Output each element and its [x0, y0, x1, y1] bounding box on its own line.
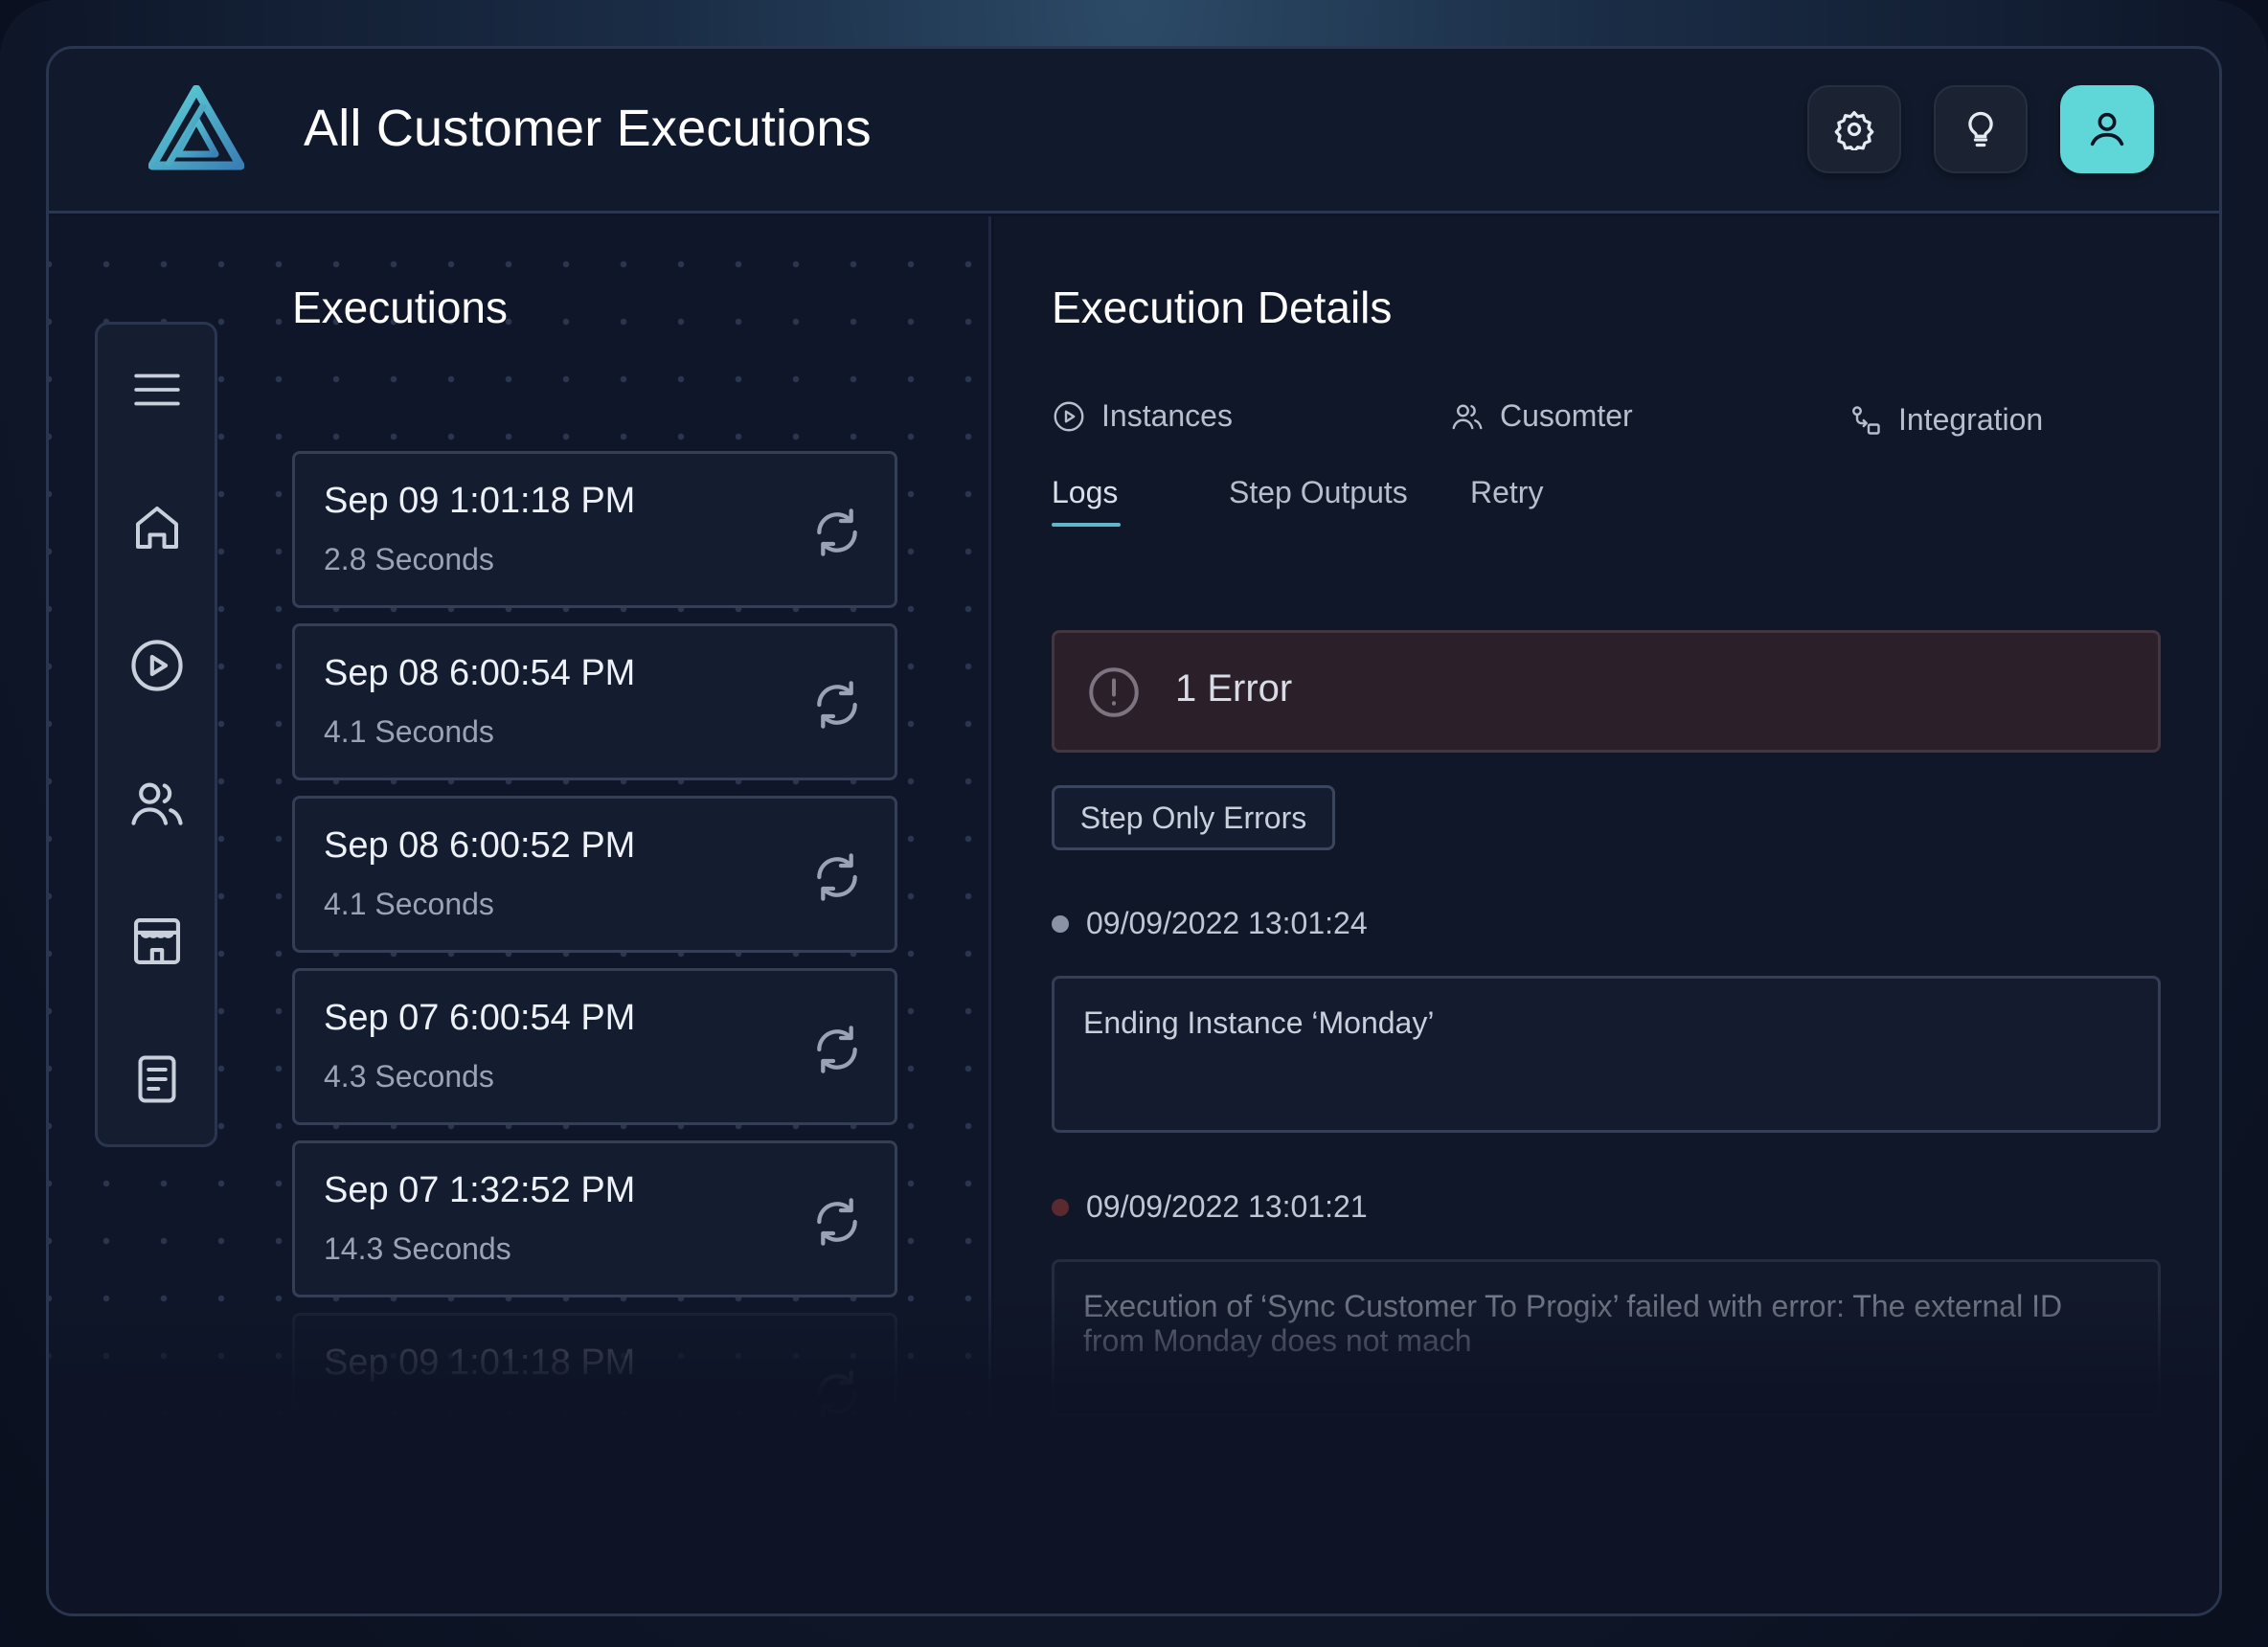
sidebar-item-store[interactable]: [126, 911, 188, 972]
refresh-icon[interactable]: [806, 1019, 868, 1080]
refresh-icon[interactable]: [806, 1364, 868, 1425]
execution-card[interactable]: Sep 09 1:01:18 PM 2.8 Seconds: [292, 451, 897, 608]
execution-duration: 2.8 Seconds: [324, 542, 494, 576]
sidebar-item-home[interactable]: [126, 497, 188, 558]
execution-card[interactable]: Sep 07 6:00:54 PM 4.3 Seconds: [292, 968, 897, 1125]
tips-button[interactable]: [1934, 85, 2028, 173]
alert-icon: [1089, 667, 1139, 717]
step-only-errors-button[interactable]: Step Only Errors: [1052, 785, 1335, 850]
menu-icon: [134, 373, 180, 406]
play-icon: [131, 640, 183, 691]
users-icon: [1452, 404, 1483, 429]
integration-icon: [1852, 405, 1880, 435]
log-timestamp: 09/09/2022 13:01:21: [1052, 1189, 1368, 1225]
sidebar: [95, 322, 217, 1147]
app-window: All Customer Executions Executions Sep 0…: [46, 46, 2222, 1616]
instances-link[interactable]: Instances: [1052, 398, 1233, 434]
execution-time: Sep 07 6:00:54 PM: [324, 998, 636, 1038]
log-message: Ending Instance ‘Monday’: [1083, 1005, 1435, 1040]
customer-label: Cusomter: [1500, 398, 1633, 433]
execution-card[interactable]: Sep 08 6:00:54 PM 4.1 Seconds: [292, 623, 897, 780]
lightbulb-icon: [1968, 111, 1993, 147]
store-icon: [133, 917, 181, 965]
integration-link[interactable]: Integration: [1848, 402, 2043, 438]
tab-step-outputs[interactable]: Step Outputs: [1229, 475, 1408, 510]
error-banner: 1 Error: [1052, 630, 2161, 753]
log-message: Execution of ‘Sync Customer To Progix’ f…: [1083, 1289, 2063, 1358]
details-title: Execution Details: [1052, 282, 1393, 332]
active-tab-indicator: [1052, 523, 1121, 527]
log-entry: Execution of ‘Sync Customer To Progix’ f…: [1052, 1259, 2161, 1416]
app-header: All Customer Executions: [49, 49, 2219, 214]
execution-time: Sep 09 1:01:18 PM: [324, 1342, 636, 1383]
log-status-dot: [1052, 1198, 1069, 1216]
tab-logs[interactable]: Logs: [1052, 475, 1118, 510]
play-circle-icon: [1054, 401, 1084, 431]
sidebar-item-reports[interactable]: [126, 1049, 188, 1110]
settings-button[interactable]: [1807, 85, 1901, 173]
details-pane: Execution Details Instances Cusomter Int…: [994, 216, 2219, 1613]
home-icon: [136, 507, 178, 549]
menu-button[interactable]: [126, 359, 188, 420]
execution-time: Sep 08 6:00:54 PM: [324, 653, 636, 693]
sidebar-item-customers[interactable]: [126, 773, 188, 834]
users-icon: [131, 782, 183, 825]
execution-duration: 4.1 Seconds: [324, 714, 494, 749]
execution-time: Sep 09 1:01:18 PM: [324, 481, 636, 521]
app-logo-icon: [148, 85, 244, 170]
bottom-area: [49, 1418, 2219, 1613]
execution-card[interactable]: Sep 09 1:01:18 PM: [292, 1313, 897, 1418]
user-icon: [2090, 112, 2124, 147]
customer-link[interactable]: Cusomter: [1450, 398, 1633, 434]
execution-card[interactable]: Sep 07 1:32:52 PM 14.3 Seconds: [292, 1140, 897, 1297]
executions-title: Executions: [292, 282, 509, 332]
tab-retry[interactable]: Retry: [1470, 475, 1543, 510]
sidebar-item-executions[interactable]: [126, 635, 188, 696]
refresh-icon[interactable]: [806, 674, 868, 735]
log-entry: Ending Instance ‘Monday’: [1052, 976, 2161, 1133]
profile-button[interactable]: [2060, 85, 2154, 173]
integration-label: Integration: [1898, 402, 2044, 437]
execution-time: Sep 07 1:32:52 PM: [324, 1170, 636, 1210]
settings-icon: [1834, 110, 1874, 150]
instances-label: Instances: [1101, 398, 1233, 433]
page-title: All Customer Executions: [304, 100, 872, 157]
log-timestamp-text: 09/09/2022 13:01:21: [1086, 1189, 1368, 1224]
document-icon: [138, 1055, 176, 1103]
log-timestamp: 09/09/2022 13:01:24: [1052, 906, 1368, 941]
app-background: All Customer Executions Executions Sep 0…: [0, 0, 2268, 1647]
execution-duration: 4.3 Seconds: [324, 1059, 494, 1094]
executions-pane: Executions Sep 09 1:01:18 PM 2.8 Seconds…: [49, 216, 991, 1613]
log-timestamp-text: 09/09/2022 13:01:24: [1086, 906, 1368, 940]
refresh-icon[interactable]: [806, 846, 868, 908]
execution-duration: 4.1 Seconds: [324, 887, 494, 921]
execution-card[interactable]: Sep 08 6:00:52 PM 4.1 Seconds: [292, 796, 897, 953]
execution-duration: 14.3 Seconds: [324, 1231, 511, 1266]
execution-time: Sep 08 6:00:52 PM: [324, 825, 636, 866]
refresh-icon[interactable]: [806, 1191, 868, 1252]
log-status-dot: [1052, 914, 1069, 933]
refresh-icon[interactable]: [806, 502, 868, 563]
error-count: 1 Error: [1175, 667, 1293, 710]
